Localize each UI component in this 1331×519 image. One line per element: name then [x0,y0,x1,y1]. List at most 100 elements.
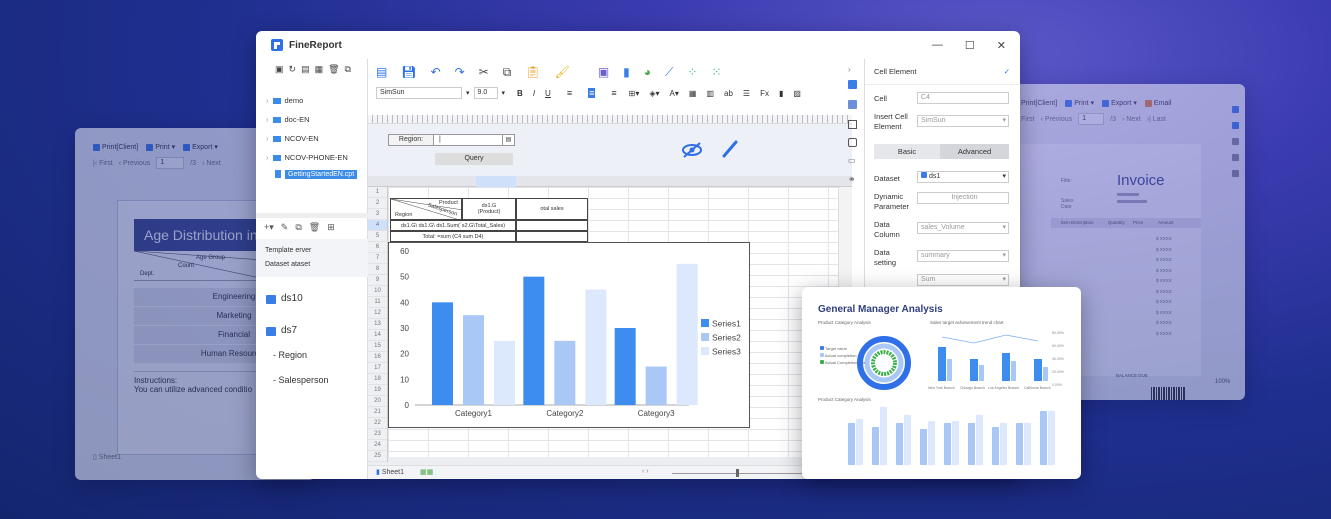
row-number[interactable]: 11 [368,297,387,308]
region-dropdown-icon[interactable]: ▤ [502,135,514,145]
injection-button[interactable]: Injection [917,192,1009,204]
line-chart-icon[interactable]: ⟋ [665,65,673,80]
font-size-dropdown-icon[interactable]: ▾ [502,89,506,97]
data-column-select[interactable]: sales_Volume ▾ [917,222,1009,234]
sheet-tab[interactable]: ▮ Sheet1 [376,468,404,476]
row-number[interactable]: 12 [368,308,387,319]
font-color-icon[interactable]: A▾ [670,89,679,98]
dataset-field[interactable]: - Region [273,347,329,363]
format-painter-icon[interactable]: 🖌︎ [555,65,570,79]
product-cell[interactable]: ds1.G (Product) [462,198,516,220]
close-icon[interactable]: ✕ [997,39,1006,52]
border-icon[interactable]: ⊞▾ [629,89,640,98]
new-report-icon[interactable]: ▤ [376,65,387,79]
cell-attribute-icon[interactable] [848,100,857,109]
last-page-button[interactable]: ›| Last [1147,116,1166,123]
export-button[interactable]: Export ▾ [183,143,218,151]
redo-icon[interactable]: ↷ [455,65,465,79]
previous-page-button[interactable]: ‹ Previous [119,160,151,167]
collapse-icon[interactable]: › [848,65,862,74]
edit-icon[interactable]: ✎ [281,222,289,233]
delete-icon[interactable]: 🗑 [309,222,320,233]
italic-icon[interactable]: I [533,89,535,98]
event-icon[interactable]: ▭ [848,156,862,165]
row-number[interactable]: 21 [368,407,387,418]
fill-color-icon[interactable]: ◈▾ [649,89,659,98]
print-client-button[interactable]: Print[Client] [93,143,138,151]
card-icon[interactable] [1232,154,1239,161]
cell-input[interactable]: C4 [917,92,1009,104]
cut-icon[interactable]: ✂ [479,65,489,79]
empty-cell[interactable] [516,231,588,242]
pie-chart-icon[interactable]: ◕ [644,65,651,79]
insert-cell-select[interactable]: SimSun ▾ [917,115,1009,127]
dataset-item[interactable]: ds10 [266,291,329,307]
insert-chart-icon[interactable]: ▮ [623,65,630,79]
frame-icon[interactable] [848,120,857,129]
copy-icon[interactable]: ⧉ [295,222,301,233]
previous-page-button[interactable]: ‹ Previous [1041,116,1073,123]
print-button[interactable]: Print ▾ [146,143,175,151]
first-page-button[interactable]: First [1021,116,1035,123]
next-page-button[interactable]: › Next [1122,116,1141,123]
add-dataset-icon[interactable]: +▾ [264,222,274,233]
wrap-icon[interactable]: ab [724,89,733,98]
template-dataset-tab[interactable]: Template erver [265,244,359,258]
add-sheet-icon[interactable]: ▦▦ [420,468,433,476]
tree-item-folder[interactable]: › demo [266,91,367,110]
server-dataset-tab[interactable]: Dataset ataset [265,258,359,272]
print-client-button[interactable]: Print[Client] [1021,100,1057,107]
text-align-icon[interactable]: ☰ [743,89,750,98]
preview-icon[interactable]: ⊞ [327,222,335,233]
bold-icon[interactable]: B [517,89,523,98]
zoom-slider[interactable] [672,473,812,474]
row-number-selected[interactable]: 4 [368,220,387,231]
merge-cells-icon[interactable]: ▦ [689,89,697,98]
grid-icon[interactable] [1232,122,1239,129]
row-number[interactable]: 16 [368,352,387,363]
table-icon[interactable] [1232,106,1239,113]
row-number[interactable]: 5 [368,231,387,242]
row-number[interactable]: 14 [368,330,387,341]
image-icon[interactable]: ▨ [793,89,801,98]
frame-icon[interactable] [1232,138,1239,145]
sheet-tab[interactable]: ▯ Sheet1 [93,453,121,461]
align-left-icon[interactable]: ≡ [567,88,572,98]
align-right-icon[interactable]: ≡ [611,88,616,98]
widget-icon[interactable] [848,138,857,147]
tree-item-file-selected[interactable]: GettingStartedEN.cpt [275,167,367,181]
row-number[interactable]: 1 [368,187,387,198]
row-number[interactable]: 15 [368,341,387,352]
copy-icon[interactable]: ⧉ [345,64,351,75]
link-icon[interactable]: ⚭ [848,174,862,185]
page-number-input[interactable]: 1 [1078,113,1105,125]
tab-basic[interactable]: Basic [874,144,940,159]
row-number[interactable]: 18 [368,374,387,385]
refresh-icon[interactable]: ↻ [289,64,297,75]
row-number[interactable]: 8 [368,264,387,275]
row-number[interactable]: 22 [368,418,387,429]
template-icon[interactable]: ▦ [315,64,324,75]
row-number[interactable]: 20 [368,396,387,407]
row-number[interactable]: 17 [368,363,387,374]
scroll-arrows[interactable]: ‹ › [642,468,649,475]
export-button[interactable]: Export ▾ [1102,99,1137,107]
map-icon[interactable]: ⁙ [711,65,721,79]
row-number[interactable]: 6 [368,242,387,253]
undo-icon[interactable]: ↶ [431,65,441,79]
pin-icon[interactable]: ✓ [1004,67,1010,76]
scatter-icon[interactable]: ⁘ [687,65,697,79]
row-number[interactable]: 2 [368,198,387,209]
row-number[interactable]: 7 [368,253,387,264]
parameter-icon[interactable]: ▣ [598,65,609,79]
underline-icon[interactable]: U [545,89,551,98]
row-number[interactable]: 25 [368,451,387,462]
tree-item-folder[interactable]: › NCOV-PHONE-EN [266,148,367,167]
empty-cell[interactable] [516,220,588,231]
dataset-field[interactable]: - Salesperson [273,372,329,388]
copy-icon[interactable]: ⧉ [503,65,512,80]
first-page-button[interactable]: |‹ First [93,160,113,167]
next-page-button[interactable]: › Next [202,160,221,167]
paste-icon[interactable]: 📋︎ [525,65,540,79]
dataset-item[interactable]: ds7 [266,323,329,339]
